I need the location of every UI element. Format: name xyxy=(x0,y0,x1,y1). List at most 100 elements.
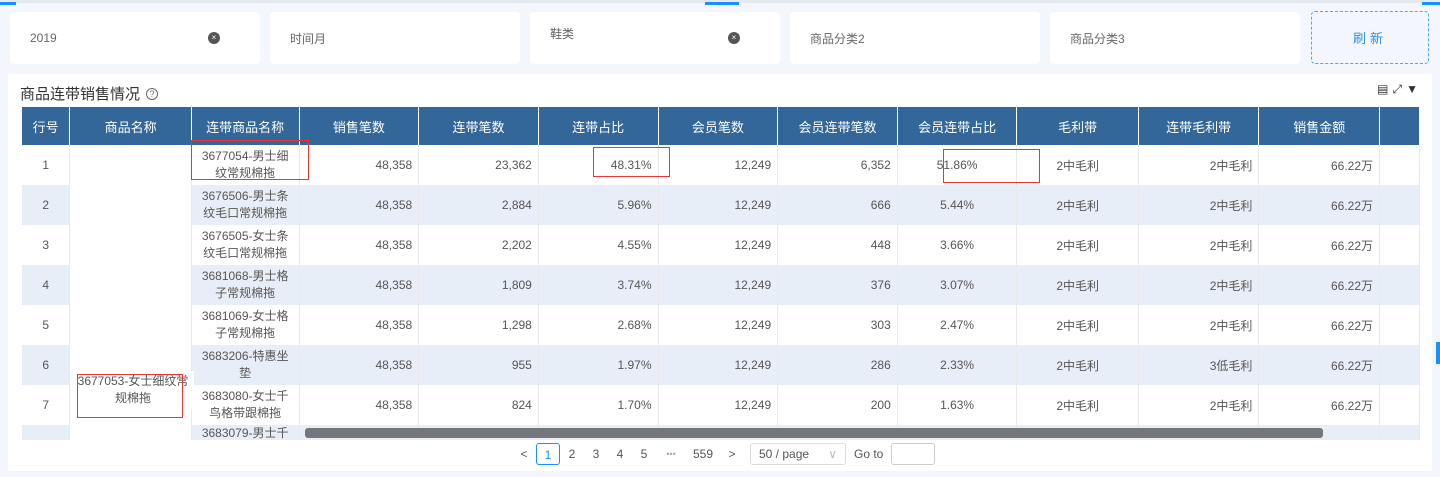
column-header[interactable]: 会员连带笔数 xyxy=(777,107,898,145)
cell: 12,249 xyxy=(658,385,779,425)
filter-select[interactable]: 商品分类3 xyxy=(1050,12,1300,64)
cell: 66.22万 xyxy=(1258,305,1381,345)
prev-page-button[interactable]: < xyxy=(512,443,536,465)
row-number: 2 xyxy=(22,185,71,225)
scroll-indicator xyxy=(705,2,739,5)
cell: 5.96% xyxy=(538,185,659,225)
next-page-button[interactable]: > xyxy=(720,443,744,465)
product-name-column xyxy=(69,225,192,265)
ellipsis[interactable]: ••• xyxy=(656,443,686,465)
cell: 48,358 xyxy=(299,185,420,225)
cell: 2,884 xyxy=(418,185,539,225)
page-last[interactable]: 559 xyxy=(686,443,720,465)
table-row[interactable]: 5 3681069-女士格子常规棉拖 48,358 1,298 2.68% 12,249 3… xyxy=(22,305,1420,345)
cell: 2中毛利 xyxy=(1016,385,1139,425)
cell: 6,352 xyxy=(777,145,898,185)
cell: 376 xyxy=(777,265,898,305)
cell: 955 xyxy=(418,345,539,385)
page-size-select[interactable]: 50 / page ∨ xyxy=(750,443,846,465)
cell xyxy=(1379,145,1420,185)
cell: 48,358 xyxy=(299,345,420,385)
highlight-box xyxy=(593,147,670,177)
page-3[interactable]: 3 xyxy=(584,443,608,465)
cell: 2中毛利 xyxy=(1138,385,1260,425)
filter-select[interactable]: 商品分类2 xyxy=(790,12,1040,64)
table-row[interactable]: 4 3681068-男士格子常规棉拖 48,358 1,809 3.74% 12,249 3… xyxy=(22,265,1420,305)
table-row[interactable]: 7 3683080-女士千鸟格带跟棉拖 48,358 824 1.70% 12,249 20… xyxy=(22,385,1420,425)
cell: 1,298 xyxy=(418,305,539,345)
column-header[interactable]: 商品名称 xyxy=(69,107,192,145)
goto-input[interactable] xyxy=(891,443,936,465)
side-tab[interactable] xyxy=(1436,342,1440,364)
cell: 2.47% xyxy=(897,305,1018,345)
page-1[interactable]: 1 xyxy=(536,443,560,465)
cell xyxy=(1379,305,1420,345)
filter-value: 鞋类 xyxy=(550,27,575,41)
pagination: < 12345 ••• 559 > 50 / page ∨ Go to xyxy=(512,443,936,465)
cell: 2中毛利 xyxy=(1016,305,1139,345)
filter-select[interactable]: 鞋类 × xyxy=(530,12,780,64)
scroll-indicator xyxy=(0,2,16,5)
linked-product-name: 3681069-女士格子常规棉拖 xyxy=(191,305,300,345)
filter-select[interactable]: 时间月 xyxy=(270,12,520,64)
filter-icon[interactable]: ▼ xyxy=(1406,82,1418,97)
cell: 1.70% xyxy=(538,385,659,425)
cell: 2,202 xyxy=(418,225,539,265)
linked-product-name: 3683080-女士千鸟格带跟棉拖 xyxy=(191,385,300,425)
clear-icon[interactable]: × xyxy=(728,32,740,44)
linked-product-name: 3683206-特惠坐垫 xyxy=(191,345,300,385)
cell: 448 xyxy=(777,225,898,265)
row-number xyxy=(22,425,71,440)
cell xyxy=(1379,345,1420,385)
cell: 66.22万 xyxy=(1258,385,1381,425)
cell: 48,358 xyxy=(299,305,420,345)
linked-product-name: 3683079-男士千 xyxy=(191,425,300,440)
page-2[interactable]: 2 xyxy=(560,443,584,465)
expand-icon[interactable]: ⤢ xyxy=(1393,82,1403,97)
column-header[interactable]: 会员连带占比 xyxy=(897,107,1018,145)
page-4[interactable]: 4 xyxy=(608,443,632,465)
cell: 23,362 xyxy=(418,145,539,185)
product-name-column xyxy=(69,185,192,225)
cell: 12,249 xyxy=(658,145,779,185)
clear-icon[interactable]: × xyxy=(208,32,220,44)
linked-product-name: 3681068-男士格子常规棉拖 xyxy=(191,265,300,305)
help-icon[interactable]: ? xyxy=(146,87,159,100)
highlight-box xyxy=(77,374,183,418)
cell: 12,249 xyxy=(658,225,779,265)
cell xyxy=(1379,185,1420,225)
cell: 2中毛利 xyxy=(1016,225,1139,265)
column-header[interactable]: 连带占比 xyxy=(538,107,659,145)
cell: 3.07% xyxy=(897,265,1018,305)
filter-select[interactable]: 2019 × xyxy=(10,12,260,64)
column-header[interactable]: 行号 xyxy=(22,107,71,145)
cell: 48,358 xyxy=(299,225,420,265)
table-row[interactable]: 3 3676505-女士条纹毛口常规棉拖 48,358 2,202 4.55% 12,24… xyxy=(22,225,1420,265)
column-header[interactable]: 连带毛利带 xyxy=(1138,107,1260,145)
column-header[interactable]: 连带笔数 xyxy=(418,107,539,145)
cell: 2中毛利 xyxy=(1016,345,1139,385)
column-header[interactable]: 销售金额 xyxy=(1258,107,1381,145)
column-header[interactable]: 会员笔数 xyxy=(658,107,779,145)
row-number: 4 xyxy=(22,265,71,305)
chevron-down-icon: ∨ xyxy=(828,447,837,461)
filter-value: 商品分类2 xyxy=(810,31,865,46)
horizontal-scrollbar[interactable] xyxy=(305,428,1323,438)
column-header[interactable] xyxy=(1379,107,1420,145)
cell: 66.22万 xyxy=(1258,265,1381,305)
list-icon[interactable]: ▤ xyxy=(1377,82,1388,97)
highlight-box xyxy=(191,140,309,180)
table-row[interactable]: 6 3683206-特惠坐垫 48,358 955 1.97% 12,249 286 2.33… xyxy=(22,345,1420,385)
cell: 3.66% xyxy=(897,225,1018,265)
cell: 3.74% xyxy=(538,265,659,305)
cell: 303 xyxy=(777,305,898,345)
cell: 4.55% xyxy=(538,225,659,265)
table-row[interactable]: 2 3676506-男士条纹毛口常规棉拖 48,358 2,884 5.96% 12,24… xyxy=(22,185,1420,225)
cell: 12,249 xyxy=(658,345,779,385)
column-header[interactable]: 销售笔数 xyxy=(299,107,420,145)
refresh-button[interactable]: 刷新 xyxy=(1311,11,1429,64)
page-5[interactable]: 5 xyxy=(632,443,656,465)
row-number: 6 xyxy=(22,345,71,385)
column-header[interactable]: 毛利带 xyxy=(1016,107,1139,145)
cell: 1,809 xyxy=(418,265,539,305)
